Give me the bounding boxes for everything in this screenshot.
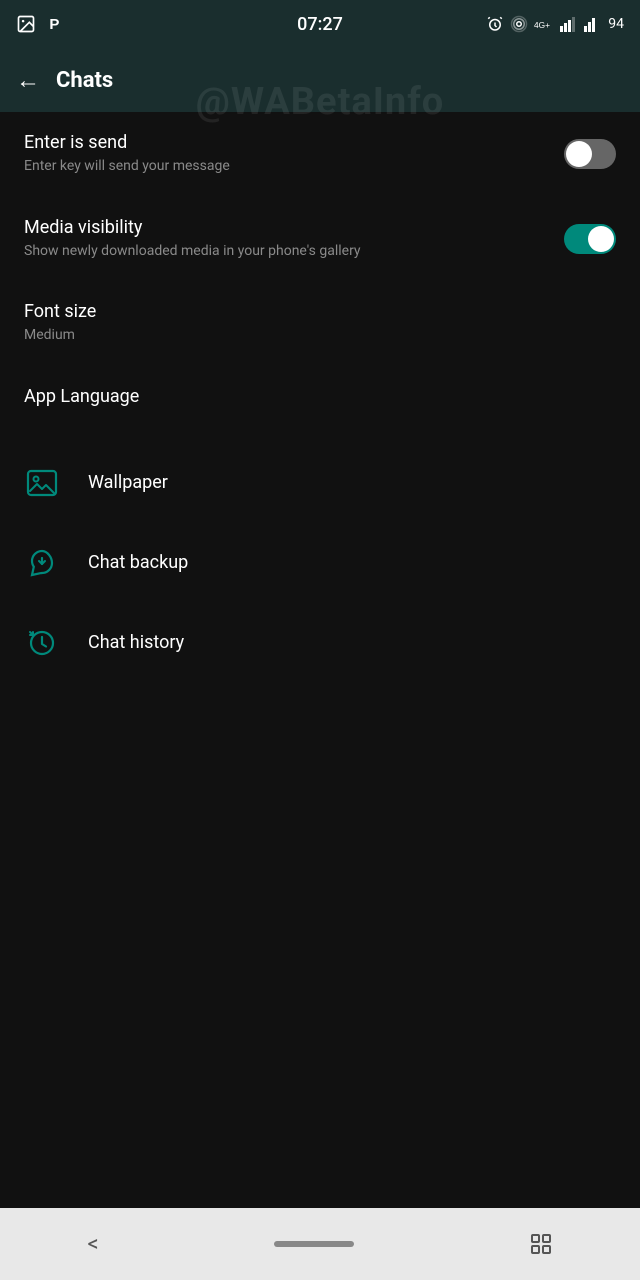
font-size-text: Font size Medium (24, 301, 616, 346)
media-visibility-toggle[interactable] (564, 224, 616, 254)
section-spacer (0, 427, 640, 435)
settings-content: Enter is send Enter key will send your m… (0, 112, 640, 1208)
nav-recents-button[interactable] (529, 1232, 553, 1256)
media-visibility-subtitle: Show newly downloaded media in your phon… (24, 242, 444, 262)
section-spacer-2 (0, 435, 640, 443)
wallpaper-icon (24, 465, 60, 501)
wifi-icon (584, 16, 602, 32)
wallpaper-row[interactable]: Wallpaper (0, 443, 640, 523)
media-visibility-row[interactable]: Media visibility Show newly downloaded m… (0, 197, 640, 282)
app-language-text: App Language (24, 386, 616, 407)
chat-backup-label: Chat backup (88, 552, 188, 573)
svg-text:4G+: 4G+ (534, 20, 550, 30)
enter-is-send-toggle-knob (566, 141, 592, 167)
status-bar-right-icons: 4G+ 94 (486, 15, 624, 33)
signal-icon: 4G+ (534, 15, 554, 33)
chat-backup-icon (24, 545, 60, 581)
svg-text:P: P (49, 16, 59, 33)
toolbar: ← Chats (0, 48, 640, 112)
nav-back-button[interactable]: < (87, 1232, 98, 1257)
status-bar: P 07:27 4G+ (0, 0, 640, 48)
wallpaper-label: Wallpaper (88, 472, 168, 493)
enter-is-send-subtitle: Enter key will send your message (24, 157, 444, 177)
media-visibility-text: Media visibility Show newly downloaded m… (24, 217, 564, 262)
chat-history-label: Chat history (88, 632, 184, 653)
enter-is-send-title: Enter is send (24, 132, 564, 153)
media-visibility-title: Media visibility (24, 217, 564, 238)
nav-home-button[interactable] (274, 1241, 354, 1247)
page-title: Chats (56, 68, 113, 93)
enter-is-send-toggle[interactable] (564, 139, 616, 169)
status-bar-time: 07:27 (297, 14, 343, 35)
status-bar-left-icons: P (16, 14, 66, 34)
app-language-title: App Language (24, 386, 616, 407)
alarm-icon (486, 15, 504, 33)
enter-is-send-row[interactable]: Enter is send Enter key will send your m… (0, 112, 640, 197)
chat-history-icon (24, 625, 60, 661)
enter-is-send-text: Enter is send Enter key will send your m… (24, 132, 564, 177)
location-icon (510, 15, 528, 33)
nav-home-pill (274, 1241, 354, 1247)
font-size-value: Medium (24, 326, 444, 346)
bottom-nav-bar: < (0, 1208, 640, 1280)
signal-bars-icon (560, 16, 578, 32)
nav-back-chevron[interactable]: < (87, 1232, 98, 1257)
font-size-title: Font size (24, 301, 616, 322)
media-visibility-toggle-knob (588, 226, 614, 252)
nav-recents-icon (529, 1232, 553, 1256)
chat-backup-row[interactable]: Chat backup (0, 523, 640, 603)
chat-history-row[interactable]: Chat history (0, 603, 640, 683)
app-language-row[interactable]: App Language (0, 366, 640, 427)
image-icon (16, 14, 36, 34)
back-button[interactable]: ← (16, 66, 40, 95)
p-app-icon: P (46, 14, 66, 34)
battery-level: 94 (608, 16, 624, 32)
font-size-row[interactable]: Font size Medium (0, 281, 640, 366)
